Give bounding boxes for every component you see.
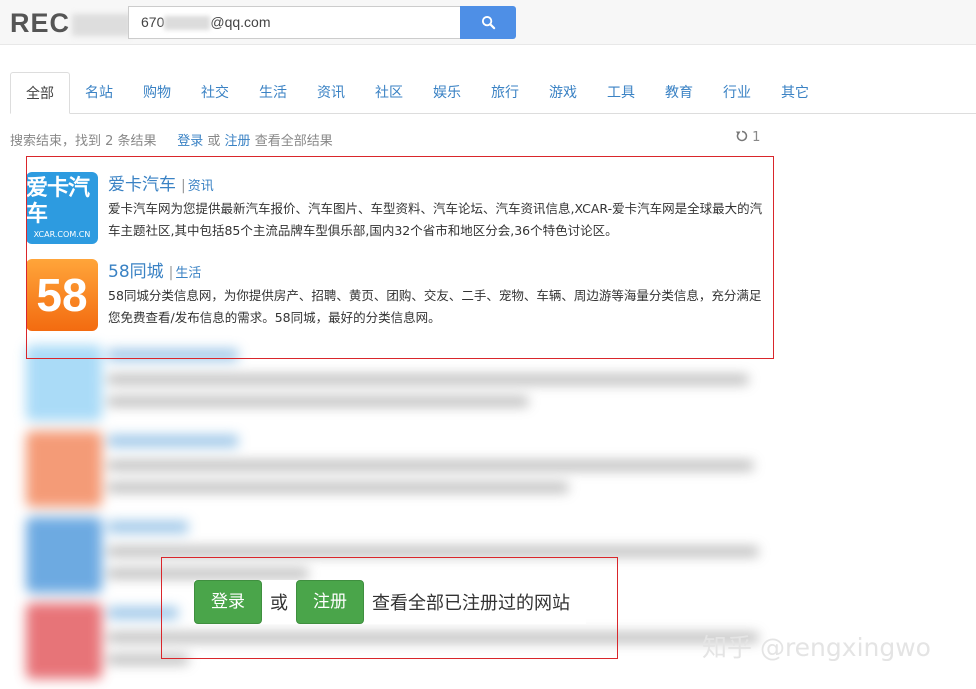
search-icon: [481, 15, 495, 30]
status-suffix: 查看全部结果: [254, 134, 333, 149]
blurred-line: [108, 375, 748, 384]
search-status: 搜索结束，找到 2 条结果 登录 或 注册 查看全部结果: [10, 130, 333, 149]
logo-obscured: [72, 13, 133, 36]
tab-news[interactable]: 资讯: [302, 72, 360, 114]
search-input[interactable]: 670 @qq.com: [128, 6, 460, 39]
status-summary: 搜索结束，找到 2 条结果: [10, 134, 157, 149]
tab-community[interactable]: 社区: [360, 72, 418, 114]
register-button[interactable]: 注册: [296, 580, 364, 624]
blurred-icon: [26, 517, 102, 593]
blurred-line: [108, 547, 758, 556]
tab-social[interactable]: 社交: [186, 72, 244, 114]
tab-shopping[interactable]: 购物: [128, 72, 186, 114]
search-value-prefix: 670: [141, 14, 165, 30]
tab-industry[interactable]: 行业: [708, 72, 766, 114]
refresh-icon: [736, 130, 748, 142]
status-register-link[interactable]: 注册: [225, 134, 251, 149]
refresh-control[interactable]: 1: [736, 130, 760, 145]
blurred-line: [108, 461, 753, 470]
tab-education[interactable]: 教育: [650, 72, 708, 114]
blurred-icon: [26, 431, 102, 507]
blurred-line: [108, 397, 528, 406]
tab-entertainment[interactable]: 娱乐: [418, 72, 476, 114]
login-prompt-text: 查看全部已注册过的网站: [372, 593, 570, 614]
tab-all[interactable]: 全部: [10, 72, 70, 114]
blurred-icon: [26, 603, 102, 679]
login-button[interactable]: 登录: [194, 580, 262, 624]
login-prompt: 登录 或 注册 查看全部已注册过的网站: [194, 580, 586, 624]
search-button[interactable]: [460, 6, 516, 39]
blurred-line: [108, 483, 568, 492]
tab-games[interactable]: 游戏: [534, 72, 592, 114]
site-logo[interactable]: REC: [10, 8, 133, 39]
tab-famous[interactable]: 名站: [70, 72, 128, 114]
search-value-suffix: @qq.com: [210, 14, 271, 30]
top-header: REC 670 @qq.com: [0, 0, 976, 45]
tab-life[interactable]: 生活: [244, 72, 302, 114]
login-prompt-or: 或: [270, 593, 288, 614]
status-login-link[interactable]: 登录: [177, 134, 203, 149]
logo-text: REC: [10, 8, 71, 38]
results-highlight-box: [26, 156, 774, 359]
refresh-count: 1: [752, 130, 761, 145]
search-value-obscured: [164, 16, 211, 31]
tab-other[interactable]: 其它: [766, 72, 824, 114]
zhihu-watermark: 知乎 @rengxingwo: [702, 633, 931, 662]
blurred-item: [26, 431, 761, 517]
category-tabs: 全部 名站 购物 社交 生活 资讯 社区 娱乐 旅行 游戏 工具 教育 行业 其…: [10, 72, 976, 114]
tab-tools[interactable]: 工具: [592, 72, 650, 114]
status-or: 或: [207, 134, 221, 149]
blurred-title: [108, 521, 188, 533]
tab-travel[interactable]: 旅行: [476, 72, 534, 114]
blurred-title: [108, 435, 238, 447]
